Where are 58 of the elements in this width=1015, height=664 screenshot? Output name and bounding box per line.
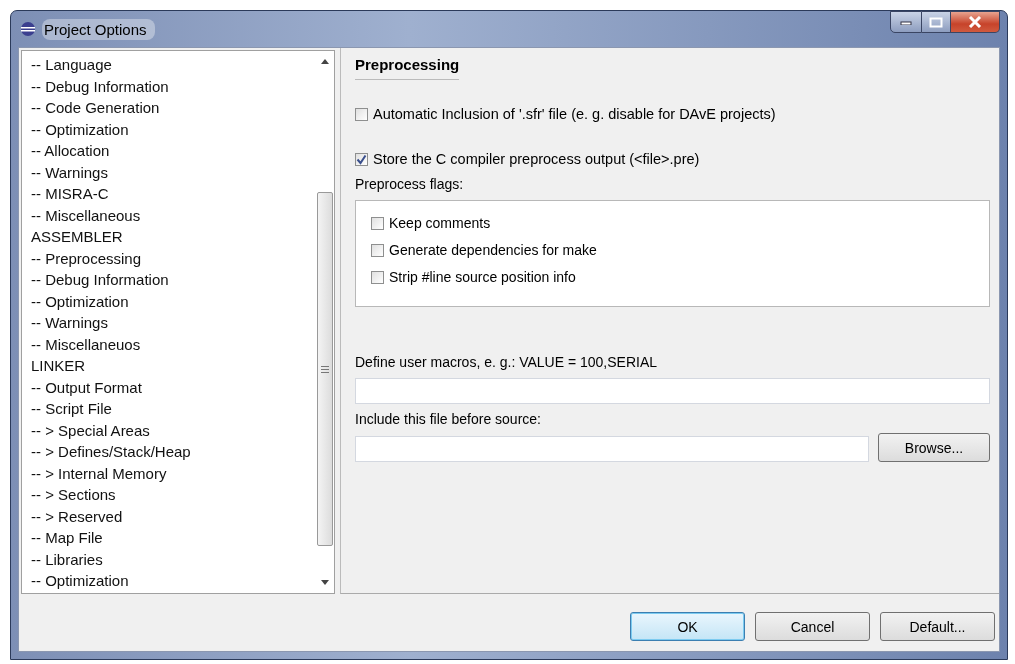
checkbox[interactable]: [371, 243, 384, 257]
tree-item[interactable]: -- Warnings: [31, 161, 316, 183]
minimize-icon: [900, 19, 912, 25]
tree-item[interactable]: -- Debug Information: [31, 75, 316, 97]
tree-item[interactable]: -- Optimization: [31, 570, 316, 592]
dialog-button[interactable]: OK: [630, 612, 745, 641]
browse-button[interactable]: Browse...: [878, 433, 990, 462]
tree-item[interactable]: -- Map File: [31, 527, 316, 549]
flags-label: Preprocess flags:: [355, 176, 465, 192]
tree-item[interactable]: -- Code Generation: [31, 97, 316, 119]
scroll-up-icon[interactable]: [321, 59, 329, 64]
tree-item[interactable]: -- > Defines/Stack/Heap: [31, 441, 316, 463]
close-button[interactable]: [951, 11, 1000, 33]
dialog-button[interactable]: Cancel: [755, 612, 870, 641]
tree-item[interactable]: -- > Reserved: [31, 505, 316, 527]
checkbox[interactable]: [355, 152, 368, 166]
tree-item[interactable]: -- Warnings: [31, 312, 316, 334]
tree-item[interactable]: ASSEMBLER: [31, 226, 316, 248]
minimize-button[interactable]: [890, 11, 922, 33]
checkbox-option[interactable]: Generate dependencies for make: [371, 242, 989, 258]
grip-icon: [321, 365, 329, 373]
macros-field[interactable]: [355, 378, 990, 404]
tree-item[interactable]: -- Miscellaneuos: [31, 333, 316, 355]
app-icon: [20, 21, 36, 37]
tree-item[interactable]: -- Allocation: [31, 140, 316, 162]
tree-item[interactable]: -- Optimization: [31, 290, 316, 312]
maximize-button[interactable]: [922, 11, 951, 33]
tree-item[interactable]: -- > Sections: [31, 484, 316, 506]
close-icon: [968, 16, 982, 28]
dialog-button[interactable]: Default...: [880, 612, 995, 641]
checkbox[interactable]: [371, 216, 384, 230]
tree-item[interactable]: -- > Special Areas: [31, 419, 316, 441]
scrollbar-thumb[interactable]: [317, 192, 333, 546]
tree-item[interactable]: -- Libraries: [31, 548, 316, 570]
include-file-field[interactable]: [355, 435, 869, 462]
tree-item[interactable]: -- Debug Information: [31, 269, 316, 291]
tree-item[interactable]: -- Optimization: [31, 118, 316, 140]
include-label: Include this file before source:: [355, 411, 542, 427]
scroll-down-icon[interactable]: [321, 580, 329, 585]
page-heading: Preprocessing: [355, 56, 460, 80]
check-icon: [356, 153, 367, 165]
tree-item[interactable]: -- Language: [31, 54, 316, 76]
tree-item[interactable]: LINKER: [31, 355, 316, 377]
tree-item[interactable]: -- MISRA-C: [31, 183, 316, 205]
tree-item[interactable]: -- Miscellaneous: [31, 204, 316, 226]
window-title: Project Options: [42, 18, 155, 40]
checkbox[interactable]: [355, 107, 368, 121]
maximize-icon: [929, 16, 943, 28]
tree-item[interactable]: -- > Internal Memory: [31, 462, 316, 484]
tree-item[interactable]: -- Output Format: [31, 376, 316, 398]
checkbox-option[interactable]: Store the C compiler preprocess output (<file>.pre): [355, 151, 990, 167]
checkbox[interactable]: [371, 270, 384, 284]
checkbox-option[interactable]: Keep comments: [371, 215, 989, 231]
checkbox-option[interactable]: Automatic Inclusion of '.sfr' file (e. g. disable for DAvE projects): [355, 106, 990, 122]
tree-item[interactable]: -- Script File: [31, 398, 316, 420]
tree-item[interactable]: -- Preprocessing: [31, 247, 316, 269]
macros-label: Define user macros, e. g.: VALUE = 100,SERIAL: [355, 354, 659, 370]
checkbox-option[interactable]: Strip #line source position info: [371, 269, 989, 285]
